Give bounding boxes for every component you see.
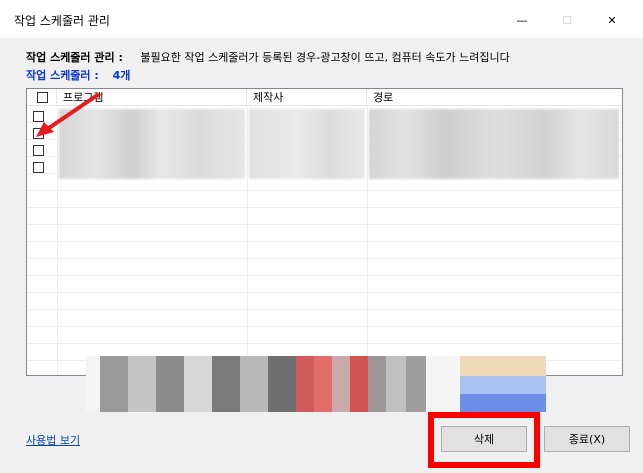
row-checkbox[interactable] bbox=[33, 162, 44, 173]
maximize-icon: ☐ bbox=[562, 13, 572, 27]
minimize-icon: — bbox=[516, 13, 528, 27]
column-header-path[interactable]: 경로 bbox=[367, 89, 622, 106]
close-icon: ✕ bbox=[607, 13, 617, 27]
redacted-maker-names bbox=[249, 109, 365, 179]
scheduler-list[interactable]: 프로그램 제작사 경로 bbox=[26, 88, 623, 376]
info-line: 작업 스케줄러 관리 : 불필요한 작업 스케줄러가 등록된 경우-광고창이 뜨… bbox=[26, 49, 510, 65]
minimize-button[interactable]: — bbox=[508, 8, 536, 32]
count-value: 4개 bbox=[112, 69, 131, 82]
close-button[interactable]: 종료(X) bbox=[544, 426, 630, 452]
window-title: 작업 스케줄러 관리 bbox=[14, 14, 110, 28]
column-header-maker[interactable]: 제작사 bbox=[247, 89, 367, 106]
info-description: 불필요한 작업 스케줄러가 등록된 경우-광고창이 뜨고, 컴퓨터 속도가 느려… bbox=[140, 51, 510, 64]
count-line: 작업 스케줄러 : 4개 bbox=[26, 67, 130, 83]
count-label: 작업 스케줄러 : bbox=[26, 69, 99, 82]
maximize-button[interactable]: ☐ bbox=[553, 8, 581, 32]
list-header: 프로그램 제작사 경로 bbox=[27, 89, 622, 106]
delete-button[interactable]: 삭제 bbox=[441, 426, 527, 452]
redacted-paths bbox=[369, 109, 619, 179]
title-bar: 작업 스케줄러 관리 — ☐ ✕ bbox=[0, 0, 643, 38]
redacted-banner-image bbox=[86, 356, 546, 412]
close-window-button[interactable]: ✕ bbox=[598, 8, 626, 32]
info-label: 작업 스케줄러 관리 : bbox=[26, 51, 123, 64]
dialog-body: 작업 스케줄러 관리 : 불필요한 작업 스케줄러가 등록된 경우-광고창이 뜨… bbox=[0, 38, 643, 473]
how-to-use-link[interactable]: 사용법 보기 bbox=[26, 432, 80, 448]
red-arrow-annotation bbox=[36, 92, 101, 137]
